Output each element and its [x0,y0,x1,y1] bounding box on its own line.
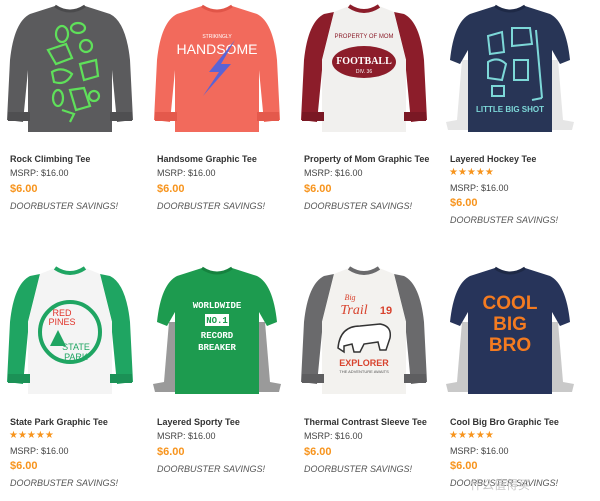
product-image[interactable]: RED PINES STATE PARK [0,262,140,402]
product-promo: DOORBUSTER SAVINGS! [304,201,413,211]
product-image[interactable]: LITTLE BIG SHOT [440,0,580,140]
product-name[interactable]: Property of Mom Graphic Tee [304,154,429,164]
rating-stars: ★★★★★ [449,430,494,441]
shirt-text: COOL [483,293,538,314]
shirt-text: PINES [48,317,75,327]
shirt-text: BRO [489,335,531,356]
product-name[interactable]: Layered Sporty Tee [157,417,240,427]
shirt-text: PROPERTY OF MOM [334,34,393,40]
shirt-text: STRIKINGLY [202,34,232,40]
product-price: $6.00 [450,460,478,472]
product-price: $6.00 [10,183,38,195]
rating-stars: ★★★★★ [9,430,54,441]
product-msrp: MSRP: $16.00 [450,183,509,193]
product-card[interactable]: STRIKINGLY HANDSOME Handsome Graphic Tee… [147,0,287,220]
shirt-text: FOOTBALL [336,56,392,67]
shirt-text: 19 [380,305,392,317]
shirt-text: PARK [64,352,88,362]
shirt-text: DIV. 36 [356,69,372,75]
product-msrp: MSRP: $16.00 [157,431,216,441]
product-name[interactable]: Handsome Graphic Tee [157,154,257,164]
product-price: $6.00 [304,446,332,458]
rating-stars: ★★★★★ [449,167,494,178]
shirt-text: NO.1 [206,316,228,326]
product-promo: DOORBUSTER SAVINGS! [10,201,119,211]
product-promo: DOORBUSTER SAVINGS! [157,201,266,211]
product-image[interactable]: COOL BIG BRO [440,262,580,402]
shirt-text: LITTLE BIG SHOT [476,105,544,114]
product-card[interactable]: Big Trail 19 EXPLORER THE ADVENTURE AWAI… [294,262,434,482]
product-msrp: MSRP: $16.00 [450,446,509,456]
product-card[interactable]: RED PINES STATE PARK State Park Graphic … [0,262,140,492]
product-image[interactable]: PROPERTY OF MOM FOOTBALL DIV. 36 [294,0,434,140]
product-image[interactable]: WORLDWIDE NO.1 RECORD BREAKER [147,262,287,402]
product-grid: Rock Climbing Tee MSRP: $16.00 $6.00 DOO… [0,0,600,501]
product-card[interactable]: LITTLE BIG SHOT Layered Hockey Tee ★★★★★… [440,0,580,230]
product-image[interactable]: STRIKINGLY HANDSOME [147,0,287,140]
shirt-text: THE ADVENTURE AWAITS [339,369,389,374]
product-price: $6.00 [157,446,185,458]
product-card[interactable]: Rock Climbing Tee MSRP: $16.00 $6.00 DOO… [0,0,140,220]
product-promo: DOORBUSTER SAVINGS! [157,464,266,474]
shirt-text: RECORD [201,331,234,341]
product-promo: DOORBUSTER SAVINGS! [10,478,119,488]
shirt-text: Trail [340,303,367,318]
shirt-text: BREAKER [198,343,236,353]
product-msrp: MSRP: $16.00 [157,168,216,178]
product-price: $6.00 [157,183,185,195]
shirt-text: Big [344,293,355,302]
product-msrp: MSRP: $16.00 [10,446,69,456]
product-name[interactable]: State Park Graphic Tee [10,417,108,427]
product-image[interactable] [0,0,140,140]
product-name[interactable]: Cool Big Bro Graphic Tee [450,417,559,427]
shirt-text: STATE [62,342,90,352]
watermark: 什么值得买 [470,478,531,492]
product-card[interactable]: COOL BIG BRO Cool Big Bro Graphic Tee ★★… [440,262,580,492]
product-card[interactable]: PROPERTY OF MOM FOOTBALL DIV. 36 Propert… [294,0,434,220]
product-msrp: MSRP: $16.00 [304,431,363,441]
product-promo: DOORBUSTER SAVINGS! [450,215,559,225]
product-promo: DOORBUSTER SAVINGS! [304,464,413,474]
product-msrp: MSRP: $16.00 [304,168,363,178]
shirt-text: HANDSOME [177,41,258,57]
shirt-text: BIG [493,314,527,335]
product-price: $6.00 [304,183,332,195]
product-name[interactable]: Thermal Contrast Sleeve Tee [304,417,427,427]
product-price: $6.00 [10,460,38,472]
product-image[interactable]: Big Trail 19 EXPLORER THE ADVENTURE AWAI… [294,262,434,402]
product-name[interactable]: Rock Climbing Tee [10,154,90,164]
product-name[interactable]: Layered Hockey Tee [450,154,536,164]
product-card[interactable]: WORLDWIDE NO.1 RECORD BREAKER Layered Sp… [147,262,287,482]
shirt-text: WORLDWIDE [193,301,242,311]
product-msrp: MSRP: $16.00 [10,168,69,178]
product-price: $6.00 [450,197,478,209]
shirt-text: EXPLORER [339,358,389,368]
